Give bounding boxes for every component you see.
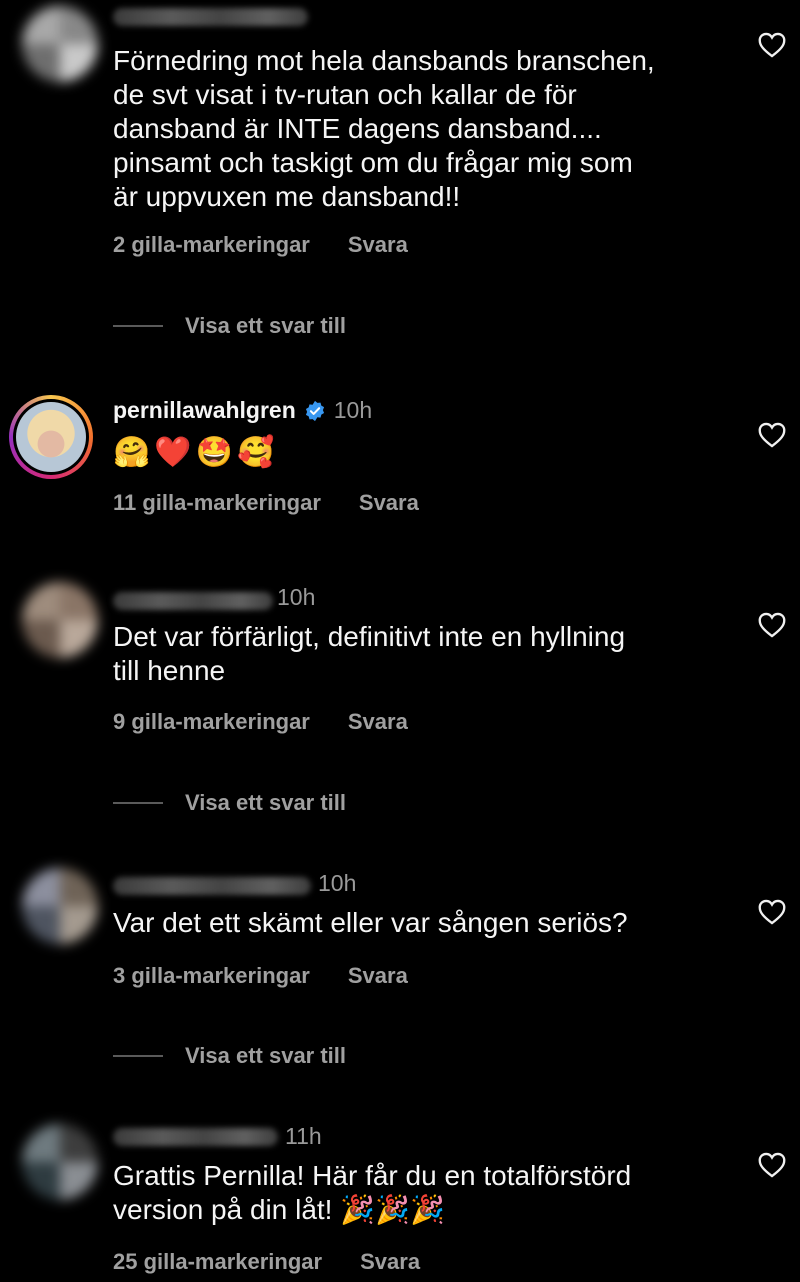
- divider: [113, 325, 163, 327]
- show-replies-button[interactable]: Visa ett svar till: [113, 790, 346, 816]
- heart-icon[interactable]: [758, 422, 786, 448]
- avatar[interactable]: [22, 582, 98, 658]
- reply-button[interactable]: Svara: [360, 1249, 420, 1275]
- timestamp: 10h: [318, 870, 357, 896]
- heart-icon[interactable]: [758, 1152, 786, 1178]
- avatar[interactable]: [22, 868, 98, 944]
- comment-meta: 25 gilla-markeringar Svara: [113, 1249, 420, 1275]
- reply-button[interactable]: Svara: [348, 232, 408, 258]
- comment-text: Grattis Pernilla! Här får du en totalför…: [113, 1160, 632, 1225]
- comment-emojis: 🤗❤️🤩🥰: [113, 436, 279, 469]
- blurred-username[interactable]: [113, 8, 308, 26]
- show-replies-button[interactable]: Visa ett svar till: [113, 313, 346, 339]
- comment-text: Förnedring mot hela dansbands branschen,…: [113, 45, 655, 212]
- show-replies-button[interactable]: Visa ett svar till: [113, 1043, 346, 1069]
- heart-icon[interactable]: [758, 612, 786, 638]
- heart-icon[interactable]: [758, 32, 786, 58]
- divider: [113, 802, 163, 804]
- likes-count[interactable]: 9 gilla-markeringar: [113, 709, 310, 735]
- blurred-username[interactable]: [113, 592, 273, 610]
- comment-text: Var det ett skämt eller var sången seriö…: [113, 907, 628, 938]
- divider: [113, 1055, 163, 1057]
- timestamp: 10h: [333, 397, 373, 423]
- comment-text: Det var förfärligt, definitivt inte en h…: [113, 621, 626, 686]
- likes-count[interactable]: 3 gilla-markeringar: [113, 963, 310, 989]
- comment-meta: 3 gilla-markeringar Svara: [113, 963, 408, 989]
- username[interactable]: pernillawahlgren: [113, 397, 296, 424]
- likes-count[interactable]: 11 gilla-markeringar: [113, 490, 321, 516]
- likes-count[interactable]: 25 gilla-markeringar: [113, 1249, 322, 1275]
- timestamp: 11h: [285, 1123, 322, 1149]
- avatar[interactable]: [22, 1124, 98, 1200]
- verified-icon: [305, 400, 324, 421]
- heart-icon[interactable]: [758, 899, 786, 925]
- comment-meta: 2 gilla-markeringar Svara: [113, 232, 408, 258]
- comment-meta: 9 gilla-markeringar Svara: [113, 709, 408, 735]
- avatar-photo: [16, 402, 86, 472]
- reply-button[interactable]: Svara: [359, 490, 419, 516]
- reply-button[interactable]: Svara: [348, 709, 408, 735]
- comment-meta: 11 gilla-markeringar Svara: [113, 490, 419, 516]
- avatar[interactable]: [9, 395, 93, 479]
- blurred-username[interactable]: [113, 1128, 278, 1146]
- timestamp: 10h: [277, 584, 316, 610]
- avatar[interactable]: [22, 6, 98, 82]
- likes-count[interactable]: 2 gilla-markeringar: [113, 232, 310, 258]
- blurred-username[interactable]: [113, 877, 311, 895]
- reply-button[interactable]: Svara: [348, 963, 408, 989]
- username-row: pernillawahlgren 10h: [113, 397, 372, 424]
